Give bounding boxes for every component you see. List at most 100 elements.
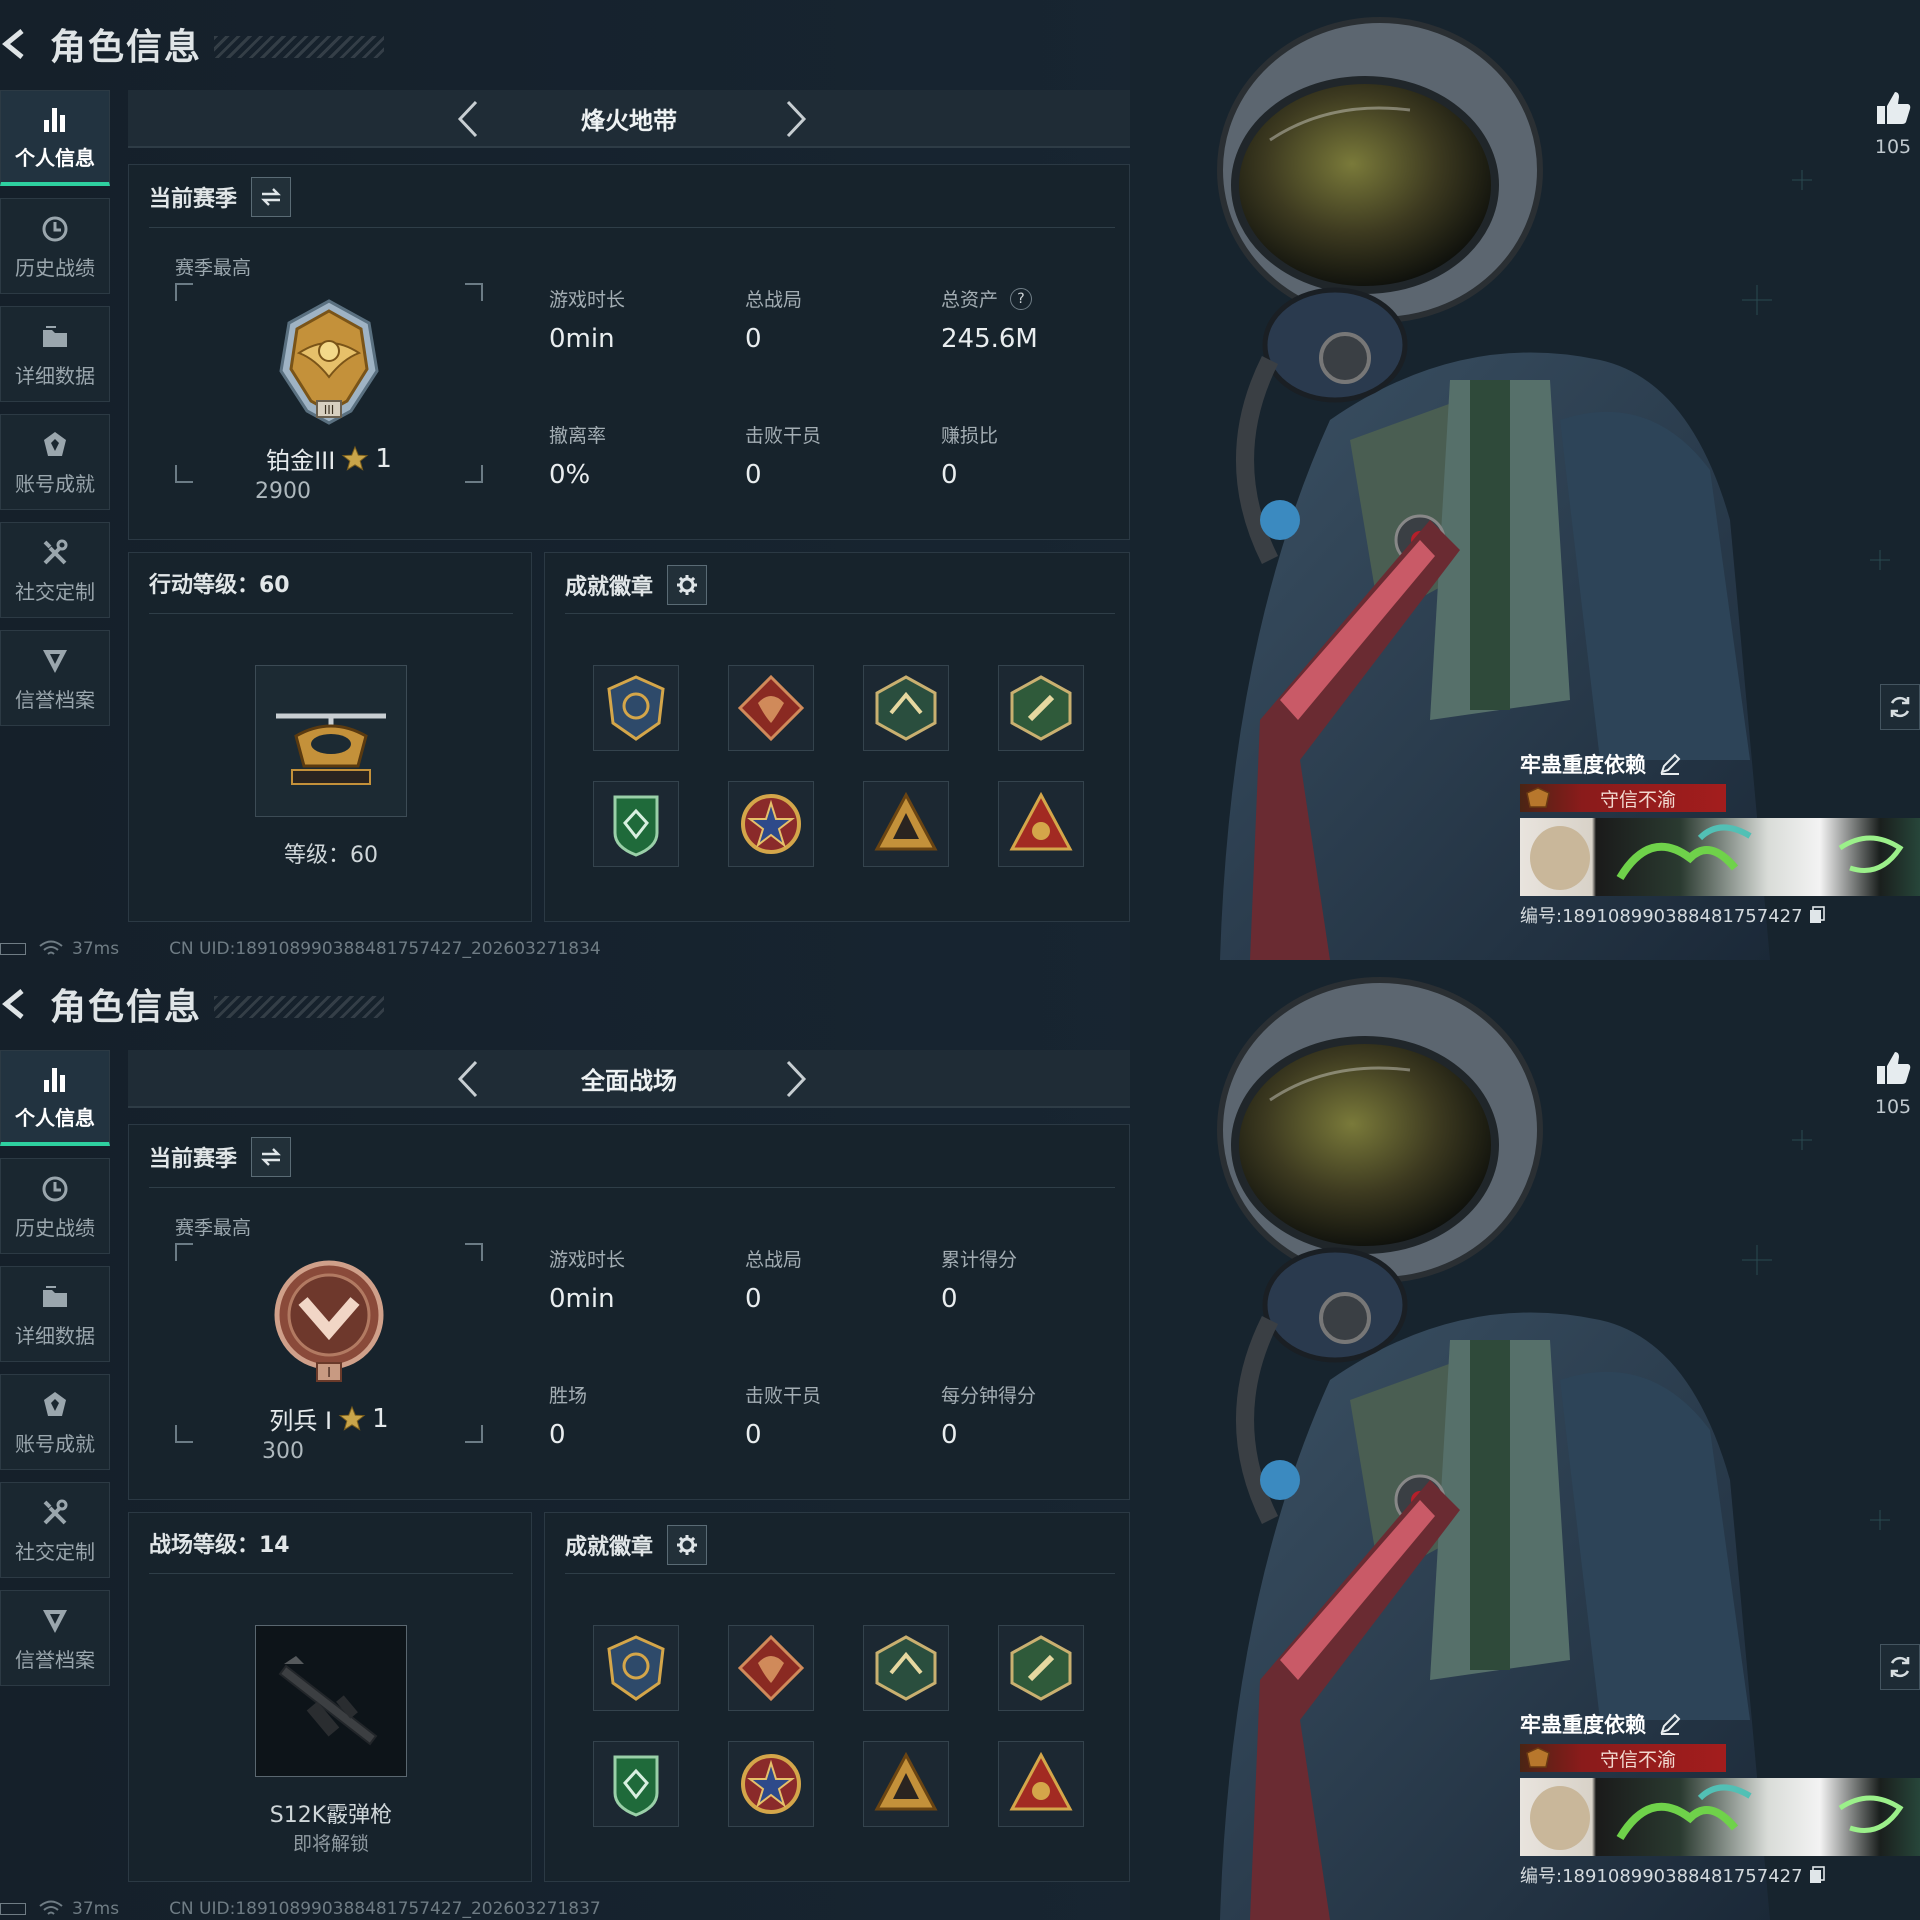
achievement-badge-icon[interactable]	[728, 1625, 814, 1711]
rank-name: 列兵 I	[269, 1407, 333, 1435]
stat-value: 0	[549, 1420, 566, 1450]
season-title: 当前赛季	[149, 1147, 238, 1172]
title-emblem-icon	[1520, 784, 1556, 812]
history-clock-icon	[38, 1172, 72, 1206]
sidebar-item-label: 详细数据	[15, 363, 95, 388]
sidebar-item-label: 社交定制	[15, 579, 95, 604]
sidebar-item-3[interactable]: 账号成就	[0, 414, 110, 510]
achievement-badge-icon[interactable]	[728, 1741, 814, 1827]
achievement-badge-icon[interactable]	[593, 665, 679, 751]
refresh-button[interactable]	[1880, 1644, 1920, 1690]
like-button[interactable]: 105	[1868, 88, 1918, 158]
level-text: S12K霰弹枪	[269, 1803, 393, 1828]
sidebar-item-5[interactable]: 信誉档案	[0, 630, 110, 726]
page-title: 角色信息	[50, 987, 203, 1028]
prev-mode-button[interactable]	[448, 98, 488, 140]
sidebar-item-2[interactable]: 详细数据	[0, 306, 110, 402]
sidebar-item-5[interactable]: 信誉档案	[0, 1590, 110, 1686]
sidebar-item-0[interactable]: 个人信息	[0, 90, 110, 186]
copy-icon[interactable]	[1809, 906, 1825, 924]
divider	[149, 613, 513, 614]
stat-value: 0min	[549, 1284, 615, 1314]
sidebar-item-4[interactable]: 社交定制	[0, 522, 110, 618]
stat-item: 游戏时长 0min	[549, 285, 729, 354]
page-title: 角色信息	[50, 27, 203, 68]
gear-icon	[677, 1535, 698, 1555]
refresh-button[interactable]	[1880, 684, 1920, 730]
stat-label: 总资产	[941, 289, 999, 311]
season-peak-label: 赛季最高	[175, 1217, 252, 1239]
achievement-badge-icon[interactable]	[863, 781, 949, 867]
shotgun-weapon-icon[interactable]	[255, 1625, 407, 1777]
divider	[565, 1573, 1115, 1574]
achievement-badge-icon[interactable]	[593, 1741, 679, 1827]
achievement-badge-icon[interactable]	[593, 1625, 679, 1711]
sidebar-item-3[interactable]: 账号成就	[0, 1374, 110, 1470]
chevron-right-icon	[786, 1060, 807, 1098]
battery-icon	[0, 943, 26, 955]
stat-value: 0	[745, 324, 762, 354]
chevron-left-icon	[457, 1060, 478, 1098]
season-switch-button[interactable]	[251, 1137, 292, 1177]
help-question-icon[interactable]: ?	[1010, 287, 1033, 310]
stat-item: 总战局 0	[745, 285, 925, 354]
level-card: 行动等级：60 等级：60	[128, 552, 532, 922]
achievement-badge-icon[interactable]	[998, 1741, 1084, 1827]
copy-icon[interactable]	[1809, 1866, 1825, 1884]
uid-text: CN UID:18910899038848175742​7_2026032718…	[169, 939, 601, 959]
achievement-icon	[38, 1388, 72, 1422]
achievement-badge-icon[interactable]	[593, 781, 679, 867]
player-name-card-image[interactable]	[1520, 1778, 1920, 1856]
stat-item: 撤离率 0%	[549, 421, 729, 490]
sidebar-item-label: 详细数据	[15, 1323, 95, 1348]
sidebar-item-label: 历史战绩	[15, 255, 95, 280]
folder-icon	[38, 320, 72, 354]
operation-level-emblem-icon[interactable]	[255, 665, 407, 817]
sidebar-item-0[interactable]: 个人信息	[0, 1050, 110, 1146]
divider	[149, 1187, 1115, 1188]
edit-pencil-icon[interactable]	[1658, 1712, 1682, 1736]
achievement-icon	[38, 428, 72, 462]
svg-text:I: I	[327, 1366, 331, 1381]
achievement-badge-icon[interactable]	[863, 665, 949, 751]
achievement-badge-icon[interactable]	[863, 1741, 949, 1827]
stat-item: 击败干员 0	[745, 1381, 925, 1450]
credit-shield-icon	[38, 1604, 72, 1638]
stat-label: 总战局	[745, 1249, 803, 1271]
achievement-badge-icon[interactable]	[728, 665, 814, 751]
back-arrow-icon[interactable]	[0, 14, 40, 74]
level-text: 等级：60	[284, 843, 378, 868]
season-switch-button[interactable]	[251, 177, 292, 217]
back-arrow-icon[interactable]	[0, 974, 40, 1034]
achievement-badge-icon[interactable]	[998, 781, 1084, 867]
page-header: 角色信息	[0, 14, 385, 74]
sidebar-item-1[interactable]: 历史战绩	[0, 198, 110, 294]
sidebar-item-label: 账号成就	[15, 471, 95, 496]
achievement-badge-icon[interactable]	[863, 1625, 949, 1711]
stat-item: 累计得分 0	[941, 1245, 1121, 1314]
next-mode-button[interactable]	[776, 98, 816, 140]
sidebar-item-label: 信誉档案	[15, 687, 95, 712]
achievement-badge-icon[interactable]	[998, 665, 1084, 751]
stat-label: 游戏时长	[549, 1249, 626, 1271]
prev-mode-button[interactable]	[448, 1058, 488, 1100]
edit-pencil-icon[interactable]	[1658, 752, 1682, 776]
badge-settings-button[interactable]	[667, 565, 708, 605]
achievement-badge-icon[interactable]	[998, 1625, 1084, 1711]
sidebar-item-2[interactable]: 详细数据	[0, 1266, 110, 1362]
next-mode-button[interactable]	[776, 1058, 816, 1100]
rank-score: 300	[262, 1439, 304, 1464]
stat-item: 总战局 0	[745, 1245, 925, 1314]
page-header: 角色信息	[0, 974, 385, 1034]
sidebar-item-1[interactable]: 历史战绩	[0, 1158, 110, 1254]
achievement-badge-icon[interactable]	[728, 781, 814, 867]
sidebar: 个人信息历史战绩详细数据账号成就社交定制信誉档案	[0, 90, 112, 738]
rank-emblem-icon: I	[259, 1253, 399, 1393]
sidebar-item-4[interactable]: 社交定制	[0, 1482, 110, 1578]
mode-title: 烽火地带	[581, 106, 677, 135]
player-profile: 牢蛊重度依赖 守信不渝 编号:18910899038848175742​7	[1520, 1708, 1920, 1888]
like-button[interactable]: 105	[1868, 1048, 1918, 1118]
badge-settings-button[interactable]	[667, 1525, 708, 1565]
achievement-badges-card: 成就徽章	[544, 1512, 1130, 1882]
player-name-card-image[interactable]	[1520, 818, 1920, 896]
